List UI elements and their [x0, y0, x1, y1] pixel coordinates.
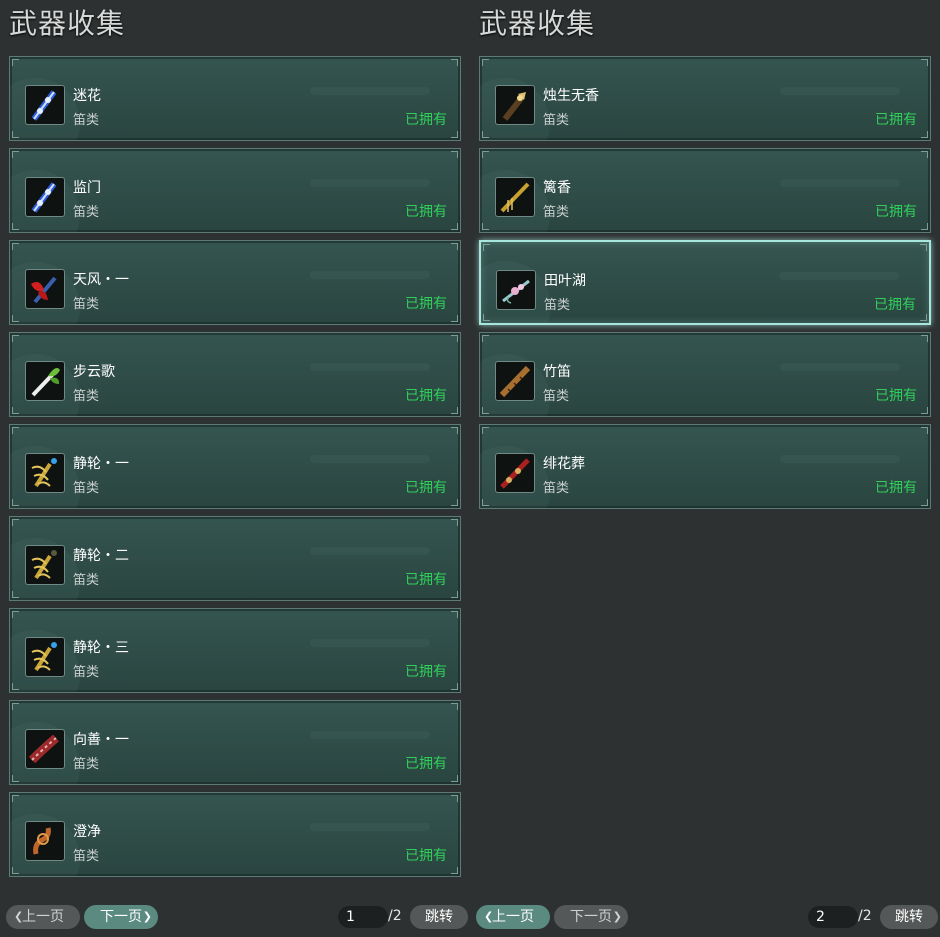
flute-gold-claw-icon [25, 453, 65, 493]
panel-title: 武器收集 [479, 7, 596, 40]
weapon-name: 竹笛 [543, 364, 571, 380]
weapon-name: 监门 [73, 180, 101, 196]
prev-page-label: 上一页 [22, 909, 64, 925]
weapon-type: 笛类 [73, 481, 100, 496]
weapon-card[interactable]: 监门 笛类 已拥有 [9, 148, 461, 233]
weapon-type: 笛类 [73, 757, 100, 772]
owned-status: 已拥有 [875, 388, 917, 404]
prev-page-button[interactable]: ❮ 上一页 [476, 905, 550, 929]
next-page-button[interactable]: 下一页 ❯ [554, 905, 628, 929]
weapon-name: 绯花葬 [543, 456, 585, 472]
weapon-name: 向善・一 [73, 732, 129, 748]
flute-white-leaf-icon [25, 361, 65, 401]
weapon-card[interactable]: 绯花葬 笛类 已拥有 [479, 424, 931, 509]
weapon-card[interactable]: 迷花 笛类 已拥有 [9, 56, 461, 141]
weapon-collection-panel-right: 武器收集 烛生无香 笛类 已拥有 篱香 笛类 已拥有 田叶湖 笛类 已拥有 竹笛 [479, 0, 940, 937]
weapon-name: 静轮・二 [73, 548, 129, 564]
flute-blue-icon [25, 85, 65, 125]
owned-status: 已拥有 [405, 388, 447, 404]
owned-status: 已拥有 [875, 480, 917, 496]
flute-blue-icon [25, 177, 65, 217]
weapon-card[interactable]: 篱香 笛类 已拥有 [479, 148, 931, 233]
weapon-type: 笛类 [543, 205, 570, 220]
flute-golden-icon [495, 177, 535, 217]
flute-crimson-icon [25, 729, 65, 769]
jump-button[interactable]: 跳转 [410, 905, 468, 929]
weapon-type: 笛类 [543, 389, 570, 404]
weapon-type: 笛类 [543, 113, 570, 128]
flute-flower-icon [496, 270, 536, 310]
weapon-card[interactable]: 烛生无香 笛类 已拥有 [479, 56, 931, 141]
next-page-label: 下一页 [100, 909, 142, 925]
page-number-input[interactable]: 1 [338, 906, 388, 928]
weapon-type: 笛类 [73, 573, 100, 588]
weapon-type: 笛类 [543, 481, 570, 496]
weapon-card[interactable]: 步云歌 笛类 已拥有 [9, 332, 461, 417]
weapon-name: 迷花 [73, 88, 101, 104]
owned-status: 已拥有 [405, 664, 447, 680]
chevron-left-icon: ❮ [14, 910, 24, 923]
flute-bronze-icon [25, 821, 65, 861]
owned-status: 已拥有 [405, 112, 447, 128]
weapon-type: 笛类 [73, 113, 100, 128]
flute-red-feather-icon [25, 269, 65, 309]
owned-status: 已拥有 [405, 848, 447, 864]
weapon-name: 烛生无香 [543, 88, 599, 104]
weapon-list: 迷花 笛类 已拥有 监门 笛类 已拥有 天风・一 笛类 已拥有 步云歌 笛类 已… [9, 56, 463, 884]
weapon-type: 笛类 [73, 205, 100, 220]
prev-page-label: 上一页 [492, 909, 534, 925]
owned-status: 已拥有 [875, 112, 917, 128]
next-page-label: 下一页 [570, 909, 612, 925]
flute-dark-gold-icon [495, 85, 535, 125]
flute-red-icon [495, 453, 535, 493]
owned-status: 已拥有 [405, 296, 447, 312]
weapon-name: 步云歌 [73, 364, 115, 380]
weapon-name: 篱香 [543, 180, 571, 196]
weapon-list: 烛生无香 笛类 已拥有 篱香 笛类 已拥有 田叶湖 笛类 已拥有 竹笛 笛类 已… [479, 56, 933, 516]
weapon-card[interactable]: 静轮・一 笛类 已拥有 [9, 424, 461, 509]
flute-gold-claw-icon [25, 545, 65, 585]
weapon-type: 笛类 [544, 298, 571, 313]
pager-left: ❮ 上一页 下一页 ❯ 1 /2 跳转 [0, 905, 470, 930]
owned-status: 已拥有 [405, 204, 447, 220]
page-total: /2 [858, 908, 872, 924]
weapon-name: 静轮・一 [73, 456, 129, 472]
next-page-button[interactable]: 下一页 ❯ [84, 905, 158, 929]
weapon-card[interactable]: 静轮・二 笛类 已拥有 [9, 516, 461, 601]
weapon-type: 笛类 [73, 389, 100, 404]
weapon-card[interactable]: 静轮・三 笛类 已拥有 [9, 608, 461, 693]
chevron-left-icon: ❮ [484, 910, 494, 923]
weapon-name: 静轮・三 [73, 640, 129, 656]
owned-status: 已拥有 [405, 480, 447, 496]
jump-button[interactable]: 跳转 [880, 905, 938, 929]
owned-status: 已拥有 [405, 756, 447, 772]
weapon-type: 笛类 [73, 849, 100, 864]
pager-right: ❮ 上一页 下一页 ❯ 2 /2 跳转 [470, 905, 940, 930]
weapon-collection-panel-left: 武器收集 迷花 笛类 已拥有 监门 笛类 已拥有 天风・一 笛类 已拥有 步云歌 [9, 0, 471, 937]
weapon-name: 田叶湖 [544, 273, 586, 289]
weapon-name: 天风・一 [73, 272, 129, 288]
weapon-card-selected[interactable]: 田叶湖 笛类 已拥有 [479, 240, 931, 325]
weapon-card[interactable]: 竹笛 笛类 已拥有 [479, 332, 931, 417]
owned-status: 已拥有 [405, 572, 447, 588]
weapon-card[interactable]: 向善・一 笛类 已拥有 [9, 700, 461, 785]
page-total: /2 [388, 908, 402, 924]
weapon-card[interactable]: 澄净 笛类 已拥有 [9, 792, 461, 877]
chevron-right-icon: ❯ [142, 910, 152, 923]
weapon-type: 笛类 [73, 665, 100, 680]
owned-status: 已拥有 [874, 297, 916, 313]
flute-bamboo-icon [495, 361, 535, 401]
panel-title: 武器收集 [9, 7, 126, 40]
page-number-input[interactable]: 2 [808, 906, 858, 928]
weapon-type: 笛类 [73, 297, 100, 312]
weapon-card[interactable]: 天风・一 笛类 已拥有 [9, 240, 461, 325]
flute-gold-claw-icon [25, 637, 65, 677]
chevron-right-icon: ❯ [612, 910, 622, 923]
weapon-name: 澄净 [73, 824, 101, 840]
prev-page-button[interactable]: ❮ 上一页 [6, 905, 80, 929]
owned-status: 已拥有 [875, 204, 917, 220]
